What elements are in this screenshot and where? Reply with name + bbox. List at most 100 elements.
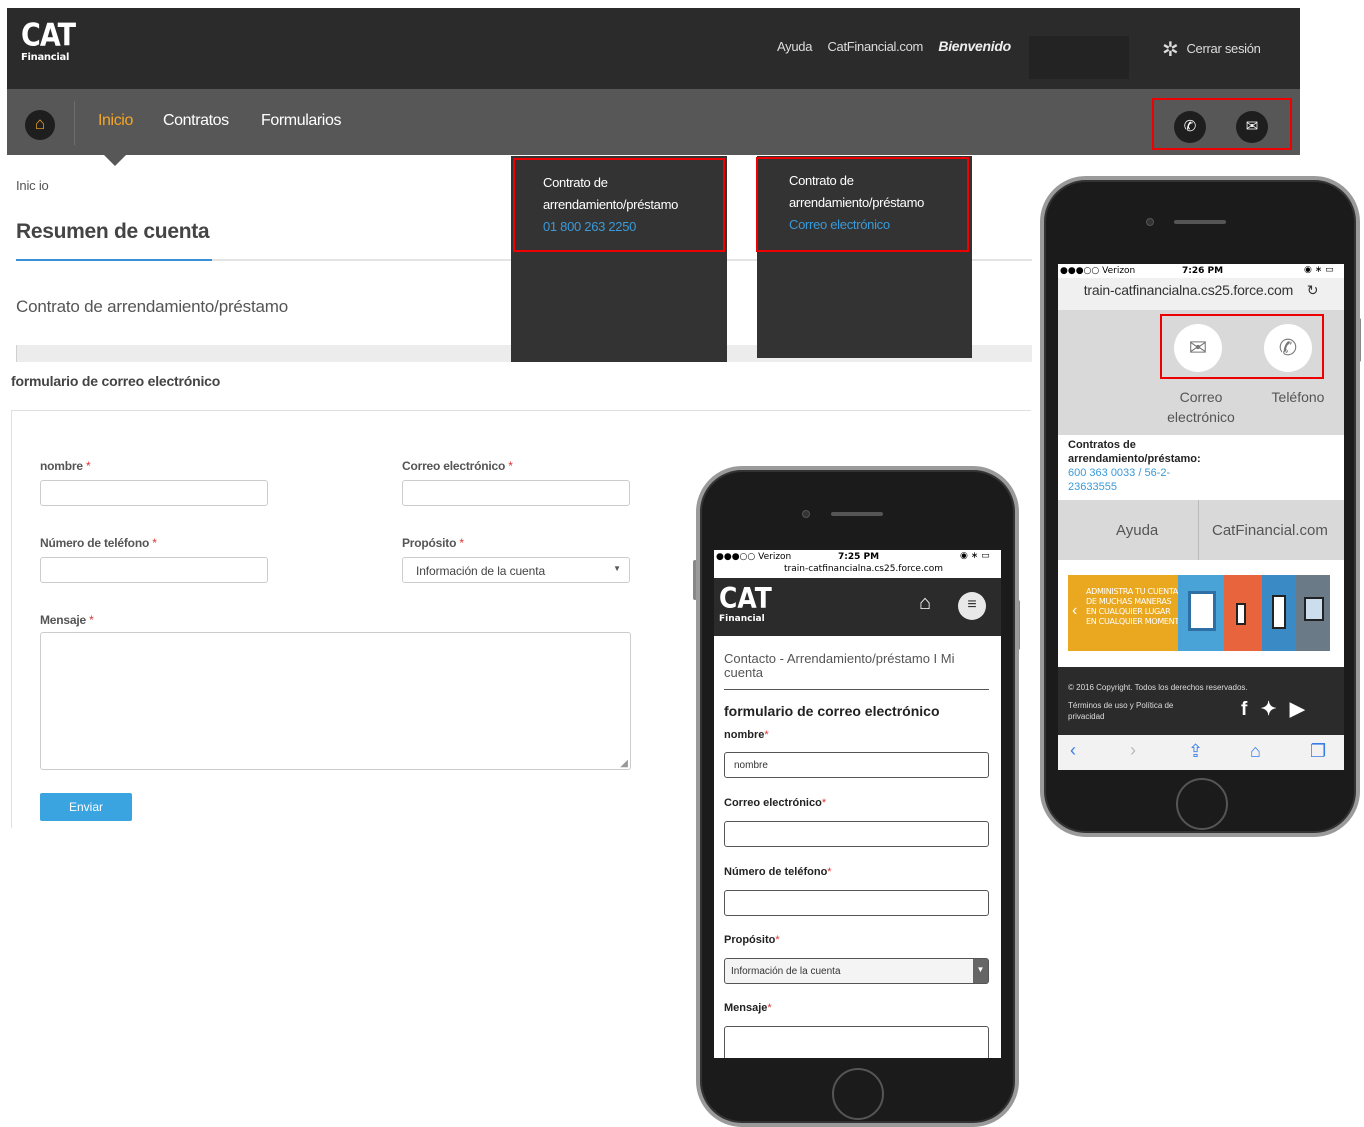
speaker xyxy=(1174,220,1226,224)
url-text[interactable]: train-catfinancialna.cs25.force.com xyxy=(784,564,943,574)
facebook-icon[interactable]: f xyxy=(1241,699,1247,720)
phone-option-label[interactable]: Teléfono xyxy=(1258,387,1338,407)
catfinancial-link[interactable]: CatFinancial.com xyxy=(827,39,923,54)
name-field[interactable] xyxy=(40,480,268,506)
phone-graphic-icon xyxy=(1272,595,1286,629)
purpose-label: Propósito * xyxy=(402,536,464,550)
gear-icon: ✲ xyxy=(1162,39,1179,61)
breadcrumb[interactable]: Inic io xyxy=(16,178,49,193)
name-field[interactable]: nombre xyxy=(724,752,989,778)
mail-icon[interactable]: ✉ xyxy=(1174,324,1222,372)
forward-icon[interactable]: › xyxy=(1130,740,1136,761)
promo-banner[interactable]: ‹ ADMINISTRA TU CUENTA DE MUCHAS MANERAS… xyxy=(1068,575,1330,651)
clock: 7:25 PM xyxy=(838,552,880,562)
contract-phone-link[interactable]: 600 363 0033 / 56-2-23633555 xyxy=(1068,466,1218,494)
active-nav-pointer xyxy=(104,155,126,166)
youtube-icon[interactable]: ▶ xyxy=(1290,699,1305,720)
mail-icon[interactable]: ✉ xyxy=(1236,111,1268,143)
phone-home-button xyxy=(832,1068,884,1120)
dropdown-line2: arrendamiento/préstamo xyxy=(789,195,925,210)
purpose-value: Información de la cuenta xyxy=(731,966,841,977)
resize-grip-icon[interactable]: ◢ xyxy=(620,758,628,769)
reload-icon[interactable]: ↻ xyxy=(1307,282,1319,298)
phone-icon[interactable]: ✆ xyxy=(1174,111,1206,143)
form-border-top xyxy=(11,410,1031,411)
phone-home-button xyxy=(1176,778,1228,830)
purpose-select[interactable]: Información de la cuenta ▼ xyxy=(402,557,630,583)
bookmarks-icon[interactable]: ⌂ xyxy=(1250,741,1261,762)
home-icon[interactable]: ⌂ xyxy=(25,110,55,140)
message-label: Mensaje* xyxy=(724,1002,772,1014)
phone-dropdown-text: Contrato de arrendamiento/préstamo 01 80… xyxy=(543,172,678,238)
phone-field[interactable] xyxy=(724,890,989,916)
title-underline xyxy=(16,259,212,261)
title-divider xyxy=(724,689,989,690)
home-icon[interactable]: ⌂ xyxy=(919,592,931,615)
monitor-icon xyxy=(1304,597,1324,621)
catfinancial-link[interactable]: CatFinancial.com xyxy=(1212,522,1328,539)
cat-financial-logo[interactable]: CAT Financial xyxy=(719,584,772,624)
hamburger-menu-icon[interactable]: ≡ xyxy=(958,592,986,620)
contract-label: Contratos de arrendamiento/préstamo: xyxy=(1068,439,1201,465)
name-label: nombre * xyxy=(40,459,91,473)
main-nav: ⌂ Inicio Contratos Formularios xyxy=(7,89,1300,166)
email-dropdown-text: Contrato de arrendamiento/préstamo Corre… xyxy=(789,170,924,236)
logout-label: Cerrar sesión xyxy=(1186,40,1261,56)
address-bar[interactable]: train-catfinancialna.cs25.force.com ↻ xyxy=(1058,278,1344,310)
mobile-form-title: formulario de correo electrónico xyxy=(724,703,940,719)
contact-icons-highlight: ✆ ✉ xyxy=(1152,98,1292,150)
phone-number-link[interactable]: 01 800 263 2250 xyxy=(543,216,678,238)
nav-item-inicio[interactable]: Inicio xyxy=(98,112,133,130)
message-textarea[interactable]: ◢ xyxy=(40,632,631,770)
logo-brand: CAT xyxy=(719,581,772,616)
help-divider xyxy=(1198,500,1199,560)
email-link[interactable]: Correo electrónico xyxy=(789,214,924,236)
battery-icon: ◉ ∗ ▭ xyxy=(1304,265,1334,275)
help-link[interactable]: Ayuda xyxy=(777,39,812,54)
carrier: ●●●○○ Verizon xyxy=(716,552,792,562)
camera xyxy=(1146,218,1154,226)
phone-icon[interactable]: ✆ xyxy=(1264,324,1312,372)
email-field[interactable] xyxy=(724,821,989,847)
nav-item-formularios[interactable]: Formularios xyxy=(261,112,341,130)
url-text: train-catfinancialna.cs25.force.com xyxy=(1083,282,1294,298)
phone-label: Número de teléfono * xyxy=(40,536,157,550)
share-icon[interactable]: ⇪ xyxy=(1188,741,1203,762)
submit-button[interactable]: Enviar xyxy=(40,793,132,821)
cat-financial-logo[interactable]: CAT Financial xyxy=(21,20,76,63)
page-title: Resumen de cuenta xyxy=(16,220,210,243)
phone-field[interactable] xyxy=(40,557,268,583)
phone-right-screen: ●●●○○ Verizon 7:26 PM ◉ ∗ ▭ train-catfin… xyxy=(1058,264,1344,770)
terms-link[interactable]: Términos de uso y Política de privacidad xyxy=(1068,700,1208,722)
name-label: nombre* xyxy=(724,729,769,741)
back-icon[interactable]: ‹ xyxy=(1070,740,1076,761)
logo-sub: Financial xyxy=(21,52,70,63)
email-label: Correo electrónico * xyxy=(402,459,513,473)
tabs-icon[interactable]: ❐ xyxy=(1310,741,1326,762)
banner-text: ADMINISTRA TU CUENTA DE MUCHAS MANERAS E… xyxy=(1086,587,1185,626)
message-label: Mensaje * xyxy=(40,613,94,627)
top-header: CAT Financial Ayuda CatFinancial.com Bie… xyxy=(7,8,1300,89)
email-option-label[interactable]: Correo electrónico xyxy=(1158,387,1244,427)
contract-info: Contratos de arrendamiento/préstamo: 600… xyxy=(1068,438,1218,494)
status-bar: ●●●○○ Verizon 7:25 PM ◉ ∗ ▭ train-catfin… xyxy=(714,550,1001,574)
twitter-icon[interactable]: ✦ xyxy=(1261,699,1277,720)
chevron-left-icon[interactable]: ‹ xyxy=(1072,602,1077,620)
tablet-icon xyxy=(1188,591,1216,631)
safari-toolbar: ‹ › ⇪ ⌂ ❐ xyxy=(1058,735,1344,770)
dropdown-line1: Contrato de xyxy=(789,173,854,188)
caret-down-icon: ▼ xyxy=(613,564,621,573)
nav-item-contratos[interactable]: Contratos xyxy=(163,112,229,130)
help-bar: Ayuda CatFinancial.com xyxy=(1058,500,1344,560)
logo-sub: Financial xyxy=(719,614,765,624)
nav-divider xyxy=(74,101,75,145)
top-links: Ayuda CatFinancial.com Bienvenido xyxy=(777,38,1023,54)
purpose-value: Información de la cuenta xyxy=(416,564,546,578)
email-field[interactable] xyxy=(402,480,630,506)
dropdown-line2: arrendamiento/préstamo xyxy=(543,197,679,212)
message-textarea[interactable] xyxy=(724,1026,989,1058)
logout-link[interactable]: ✲ Cerrar sesión xyxy=(1162,37,1261,62)
purpose-select[interactable]: Información de la cuenta ▼ xyxy=(724,958,989,984)
help-link[interactable]: Ayuda xyxy=(1116,522,1158,539)
camera xyxy=(802,510,810,518)
